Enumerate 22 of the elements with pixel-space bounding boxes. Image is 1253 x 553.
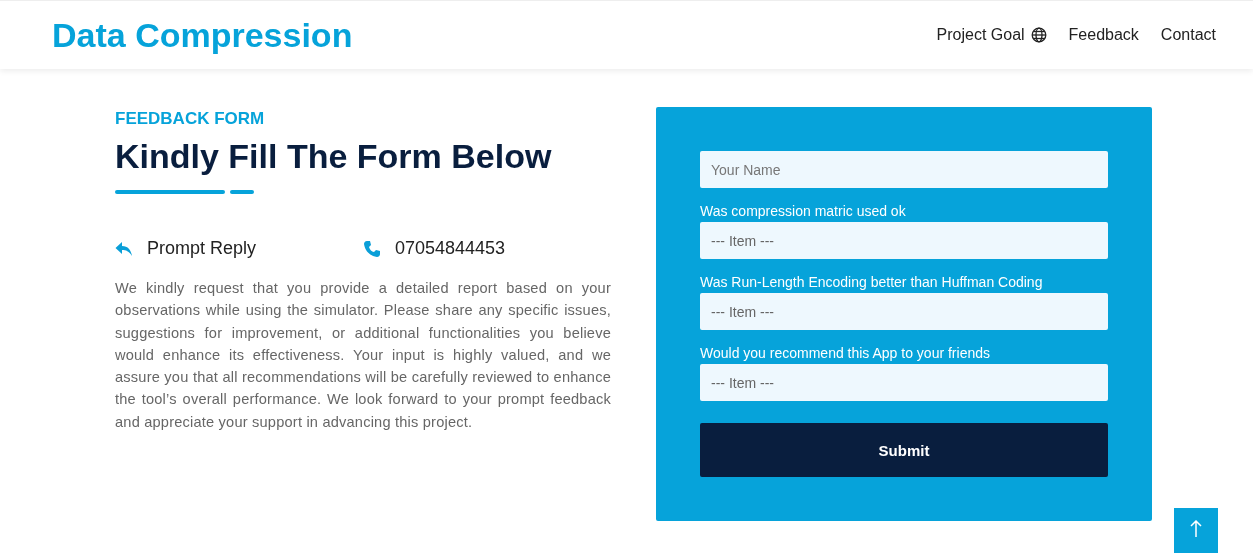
- question-label: Was compression matric used ok: [700, 203, 907, 219]
- select-field[interactable]: --- Item ---: [700, 364, 1108, 401]
- section-title: Kindly Fill The Form Below: [115, 137, 553, 176]
- nav-link[interactable]: Contact: [1160, 26, 1216, 44]
- intro-paragraph: We kindly request that you provide a detailed report based on your observations while using the simulator. Please share any specific issues, suggestions for improvement, or additional functionalities you believe would enhance its effectiveness. Your input is highly valued, and we assure you that all recommendations will be carefully reviewed to enhance the tool’s overall performance. We look forward to your prompt feedback and appreciate your support in advancing this project.: [115, 279, 611, 432]
- nav-link[interactable]: Project Goal: [936, 26, 1047, 44]
- question-label: Would you recommend this App to your friends: [700, 345, 991, 361]
- question-label: Was Run-Length Encoding better than Huffman Coding: [700, 274, 1044, 290]
- contact-text: 07054844453: [395, 238, 506, 259]
- name-field[interactable]: Your Name: [700, 151, 1108, 188]
- nav-link[interactable]: Feedback: [1068, 26, 1139, 44]
- reply-arrow-icon: [115, 240, 133, 257]
- up-arrow-icon: [1190, 520, 1202, 538]
- phone-icon: [363, 239, 381, 258]
- back-to-top-button[interactable]: [1174, 508, 1218, 553]
- select-field[interactable]: --- Item ---: [700, 222, 1108, 259]
- submit-button[interactable]: Submit: [700, 423, 1108, 477]
- select-field[interactable]: --- Item ---: [700, 293, 1108, 330]
- section-eyebrow: FEEDBACK FORM: [115, 109, 266, 129]
- contact-text: Prompt Reply: [147, 238, 257, 259]
- globe-icon: [1030, 27, 1047, 43]
- title-underline-accent: [230, 190, 254, 194]
